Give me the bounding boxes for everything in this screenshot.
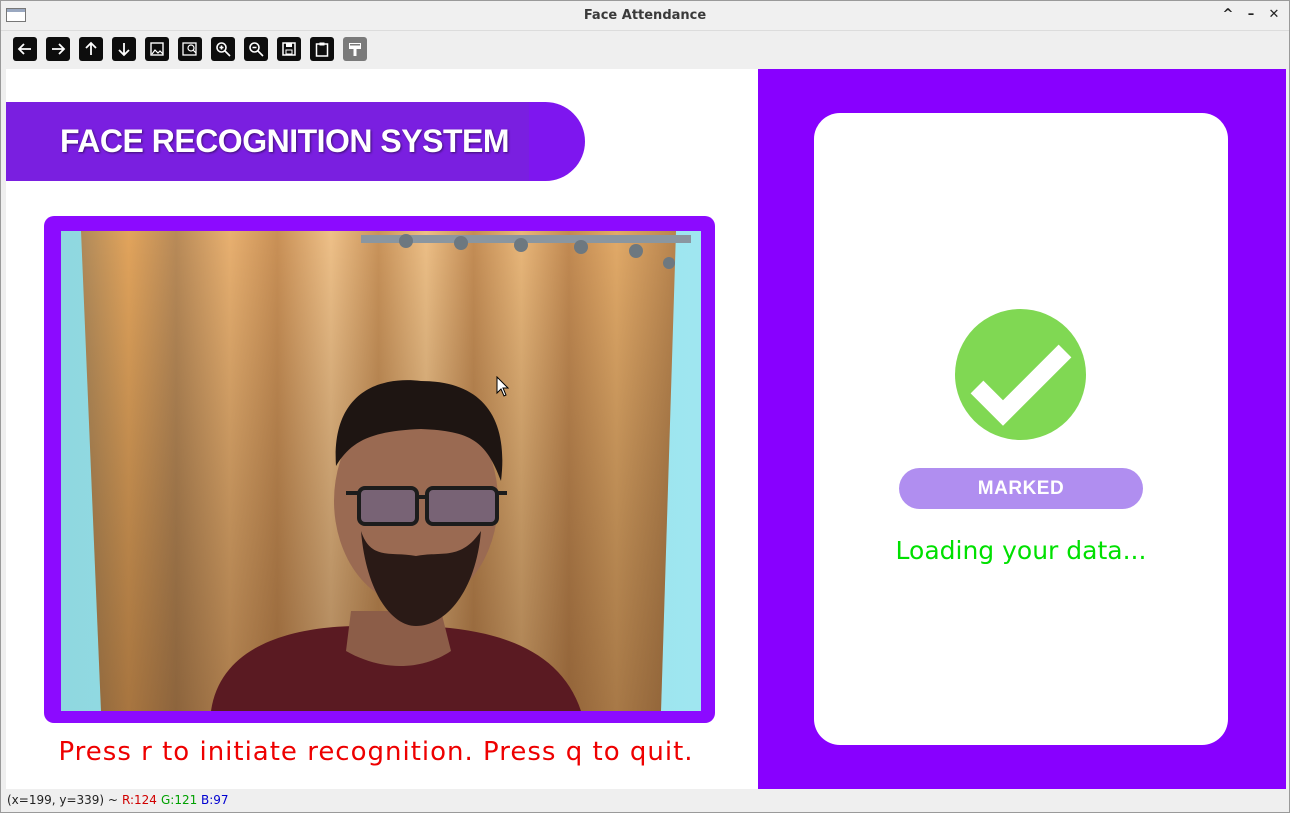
cursor-coords: (x=199, y=339) ~ bbox=[7, 793, 122, 807]
zoom-in-icon[interactable] bbox=[211, 37, 235, 61]
minimize-icon[interactable]: – bbox=[1242, 6, 1260, 24]
save-icon[interactable] bbox=[277, 37, 301, 61]
properties-icon[interactable] bbox=[343, 37, 367, 61]
instruction-text: Press r to initiate recognition. Press q… bbox=[58, 737, 694, 767]
toolbar bbox=[1, 31, 1289, 67]
webcam-image bbox=[61, 231, 701, 711]
camera-feed bbox=[61, 231, 701, 711]
forward-icon[interactable] bbox=[46, 37, 70, 61]
status-badge: MARKED bbox=[899, 468, 1143, 509]
status-panel: MARKED Loading your data... bbox=[758, 69, 1286, 789]
maximize-icon[interactable]: ^ bbox=[1219, 6, 1237, 24]
red-value: R:124 bbox=[122, 793, 157, 807]
mouse-cursor-icon bbox=[496, 376, 510, 397]
close-icon[interactable]: ✕ bbox=[1265, 6, 1283, 24]
banner: FACE RECOGNITION SYSTEM bbox=[6, 102, 585, 181]
app-window: Face Attendance ^ – ✕ FACE RECOGNITION S… bbox=[0, 0, 1290, 813]
green-value: G:121 bbox=[161, 793, 198, 807]
loading-message: Loading your data... bbox=[895, 536, 1147, 565]
window-title: Face Attendance bbox=[583, 8, 707, 23]
title-bar[interactable]: Face Attendance ^ – ✕ bbox=[1, 1, 1289, 31]
image-icon[interactable] bbox=[145, 37, 169, 61]
back-icon[interactable] bbox=[13, 37, 37, 61]
status-bar: (x=199, y=339) ~ R:124 G:121 B:97 bbox=[1, 790, 1289, 812]
blue-value: B:97 bbox=[201, 793, 229, 807]
image-canvas[interactable]: FACE RECOGNITION SYSTEM Press r to initi… bbox=[6, 69, 1286, 789]
camera-frame bbox=[44, 216, 715, 723]
clipboard-icon[interactable] bbox=[310, 37, 334, 61]
image-zoom-icon[interactable] bbox=[178, 37, 202, 61]
checkmark-icon bbox=[955, 309, 1086, 440]
zoom-out-icon[interactable] bbox=[244, 37, 268, 61]
banner-title: FACE RECOGNITION SYSTEM bbox=[60, 123, 509, 159]
down-icon[interactable] bbox=[112, 37, 136, 61]
up-icon[interactable] bbox=[79, 37, 103, 61]
status-card: MARKED Loading your data... bbox=[814, 113, 1228, 745]
